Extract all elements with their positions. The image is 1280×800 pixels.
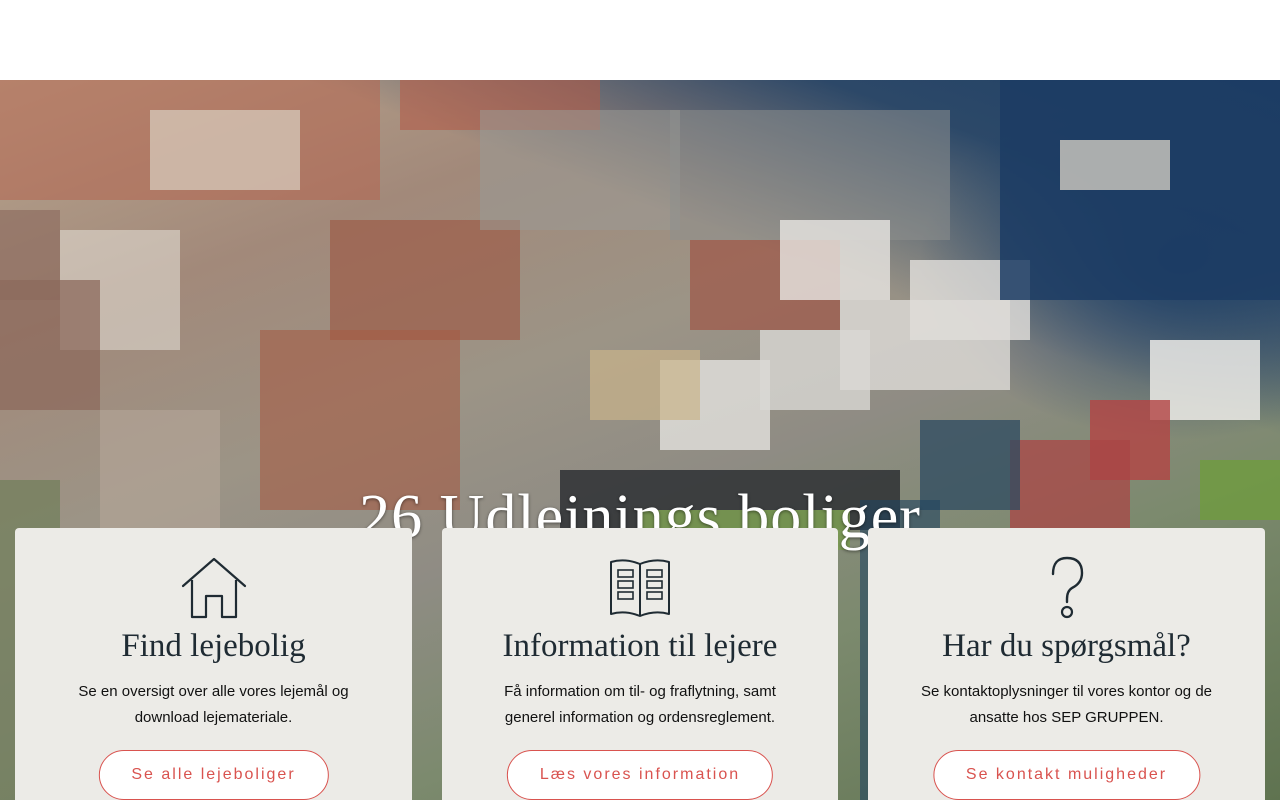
card-information-til-lejere: Information til lejere Få information om… <box>442 528 838 800</box>
top-navigation-bar <box>0 0 1280 80</box>
card-title: Find lejebolig <box>121 628 306 664</box>
card-text: Se kontaktoplysninger til vores kontor o… <box>921 683 1212 726</box>
card-find-lejebolig: Find lejebolig Se en oversigt over alle … <box>15 528 412 800</box>
see-all-rentals-button[interactable]: Se alle lejeboliger <box>98 750 329 800</box>
book-icon <box>610 559 670 617</box>
card-title: Har du spørgsmål? <box>942 628 1191 664</box>
card-title: Information til lejere <box>502 628 778 664</box>
house-icon <box>181 557 246 619</box>
question-mark-icon <box>1051 556 1083 619</box>
card-text: Få information om til- og fraflytning, s… <box>504 683 776 726</box>
card-har-du-spoergsmaal: Har du spørgsmål? Se kontaktoplysninger … <box>868 528 1265 800</box>
contact-options-button[interactable]: Se kontakt muligheder <box>932 750 1201 800</box>
read-information-button[interactable]: Læs vores information <box>506 750 774 800</box>
card-text: Se en oversigt over alle vores lejemål o… <box>78 683 349 726</box>
